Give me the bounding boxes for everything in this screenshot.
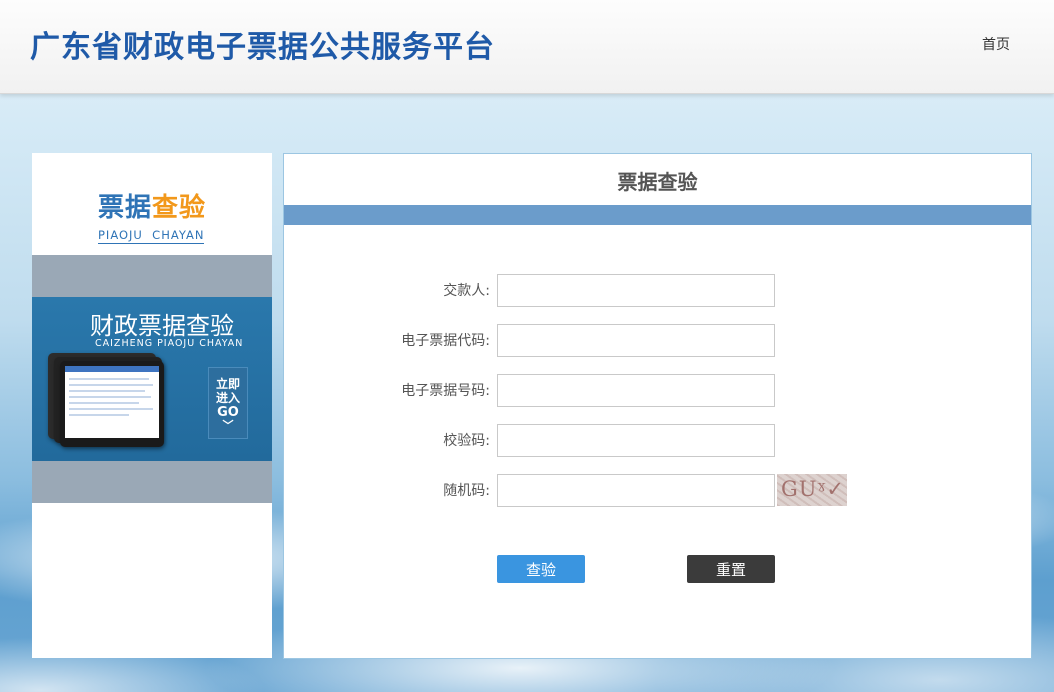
go-button[interactable]: 立即 进入 GO ﹀ [208, 367, 248, 439]
verify-form-panel: 票据查验 交款人: 电子票据代码: 电子票据号码: 校验码: 随机码: GUˠ✓… [283, 153, 1032, 659]
tablet-illustration [48, 353, 168, 449]
verify-entry-banner[interactable]: 财政票据查验 CAIZHENG PIAOJU CHAYAN 立即 进入 GO ﹀ [32, 297, 272, 461]
sidebar-title-part2: 查验 [152, 193, 207, 223]
sidebar-panel: 票据查验 PIAOJU CHAYAN 财政票据查验 CAIZHENG PIAOJ… [32, 153, 272, 658]
random-code-input[interactable] [497, 474, 775, 507]
nav-home-link[interactable]: 首页 [982, 34, 1010, 54]
panel-title: 票据查验 [617, 170, 698, 194]
bill-number-label: 电子票据号码: [401, 383, 490, 399]
header: 广东省财政电子票据公共服务平台 首页 [0, 0, 1054, 94]
check-code-input[interactable] [497, 424, 775, 457]
go-text-line1: 立即 [215, 377, 240, 391]
verify-button[interactable]: 查验 [497, 555, 585, 583]
sidebar-subtitle: PIAOJU CHAYAN [98, 228, 205, 244]
banner-subtitle: CAIZHENG PIAOJU CHAYAN [95, 338, 244, 349]
bill-number-input[interactable] [497, 374, 775, 407]
bill-code-label: 电子票据代码: [401, 333, 490, 349]
reset-button[interactable]: 重置 [687, 555, 775, 583]
site-title: 广东省财政电子票据公共服务平台 [30, 30, 495, 65]
captcha-image[interactable]: GUˠ✓ [777, 474, 847, 506]
chevron-down-icon: ﹀ [222, 419, 234, 432]
random-code-label: 随机码: [443, 483, 490, 499]
captcha-text: GUˠ✓ [781, 477, 845, 501]
tablet-screen [65, 366, 159, 438]
sidebar-title: 票据查验 [32, 187, 272, 224]
check-code-label: 校验码: [443, 433, 490, 449]
payer-label: 交款人: [443, 283, 490, 299]
sidebar-title-part1: 票据 [97, 193, 152, 223]
go-text-line2: 进入 [215, 391, 240, 405]
bill-code-input[interactable] [497, 324, 775, 357]
banner-title: 财政票据查验 [90, 312, 234, 340]
payer-input[interactable] [497, 274, 775, 307]
panel-title-bar [284, 205, 1031, 225]
